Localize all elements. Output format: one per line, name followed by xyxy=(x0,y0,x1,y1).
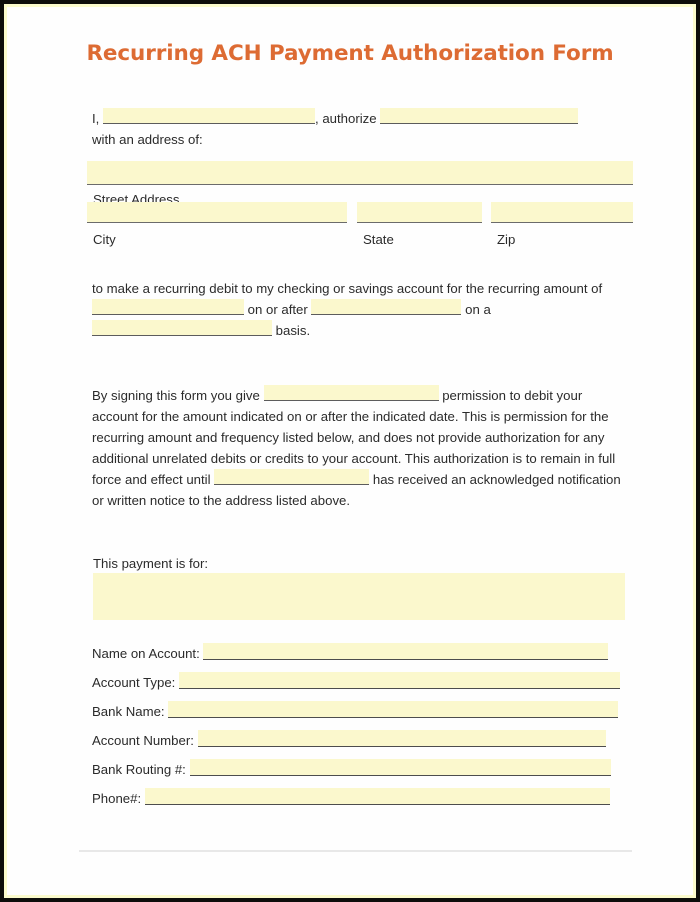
table-row: Account Number: xyxy=(92,730,627,751)
name-on-account-label: Name on Account: xyxy=(92,646,200,661)
city-label: City xyxy=(93,232,116,247)
table-row: Bank Routing #: xyxy=(92,759,627,780)
table-row: Phone#: xyxy=(92,788,627,809)
signing-company-field[interactable] xyxy=(263,385,439,401)
page-title: Recurring ACH Payment Authorization Form xyxy=(86,41,614,66)
state-field[interactable] xyxy=(357,202,482,223)
bank-name-field[interactable] xyxy=(168,701,619,718)
city-field[interactable] xyxy=(87,202,347,223)
intro-prefix-label: I, xyxy=(92,111,100,126)
name-on-account-field[interactable] xyxy=(203,643,609,660)
company-name-field[interactable] xyxy=(380,108,579,124)
phone-field[interactable] xyxy=(144,788,610,805)
bank-name-label: Bank Name: xyxy=(92,704,165,719)
recurring-basis-label: basis. xyxy=(275,323,311,338)
bank-routing-field[interactable] xyxy=(189,759,611,776)
footer-divider xyxy=(79,850,632,852)
state-label: State xyxy=(363,232,394,247)
recurring-debit-paragraph: to make a recurring debit to my checking… xyxy=(92,278,632,341)
recurring-date-prefix-label: on or after xyxy=(247,302,308,317)
table-row: Name on Account: xyxy=(92,643,627,664)
payment-for-field[interactable] xyxy=(93,573,625,620)
recurring-frequency-field[interactable] xyxy=(92,320,272,336)
intro-middle-label: , authorize xyxy=(315,111,377,126)
document-body: Recurring ACH Payment Authorization Form… xyxy=(7,7,693,895)
payment-for-label: This payment is for: xyxy=(93,556,209,571)
table-row: Account Type: xyxy=(92,672,627,693)
zip-label: Zip xyxy=(497,232,516,247)
recurring-amount-prefix-label: amount of xyxy=(543,281,603,296)
recurring-line1-text: to make a recurring debit to my checking… xyxy=(92,281,540,296)
recurring-start-date-field[interactable] xyxy=(311,299,462,315)
page-frame-inner-glow: Recurring ACH Payment Authorization Form… xyxy=(4,4,696,898)
document-sheet: Recurring ACH Payment Authorization Form… xyxy=(7,7,693,895)
account-number-label: Account Number: xyxy=(92,733,194,748)
authorizer-name-field[interactable] xyxy=(103,108,315,124)
zip-field[interactable] xyxy=(491,202,633,223)
address-intro-label: with an address of: xyxy=(92,132,203,147)
signing-paragraph: By signing this form you give permission… xyxy=(92,385,626,511)
table-row: Bank Name: xyxy=(92,701,627,722)
street-address-field[interactable] xyxy=(87,161,633,185)
page-frame: Recurring ACH Payment Authorization Form… xyxy=(0,0,700,902)
phone-label: Phone#: xyxy=(92,791,142,806)
recurring-amount-field[interactable] xyxy=(92,299,244,315)
recurring-on-a-label: on a xyxy=(465,302,491,317)
account-type-label: Account Type: xyxy=(92,675,176,690)
account-type-field[interactable] xyxy=(179,672,621,689)
account-number-field[interactable] xyxy=(197,730,606,747)
bank-routing-label: Bank Routing #: xyxy=(92,762,186,777)
signing-part1-text: By signing this form you give xyxy=(92,388,260,403)
intro-line: I, , authorize xyxy=(92,108,624,129)
signing-until-company-field[interactable] xyxy=(214,469,370,485)
